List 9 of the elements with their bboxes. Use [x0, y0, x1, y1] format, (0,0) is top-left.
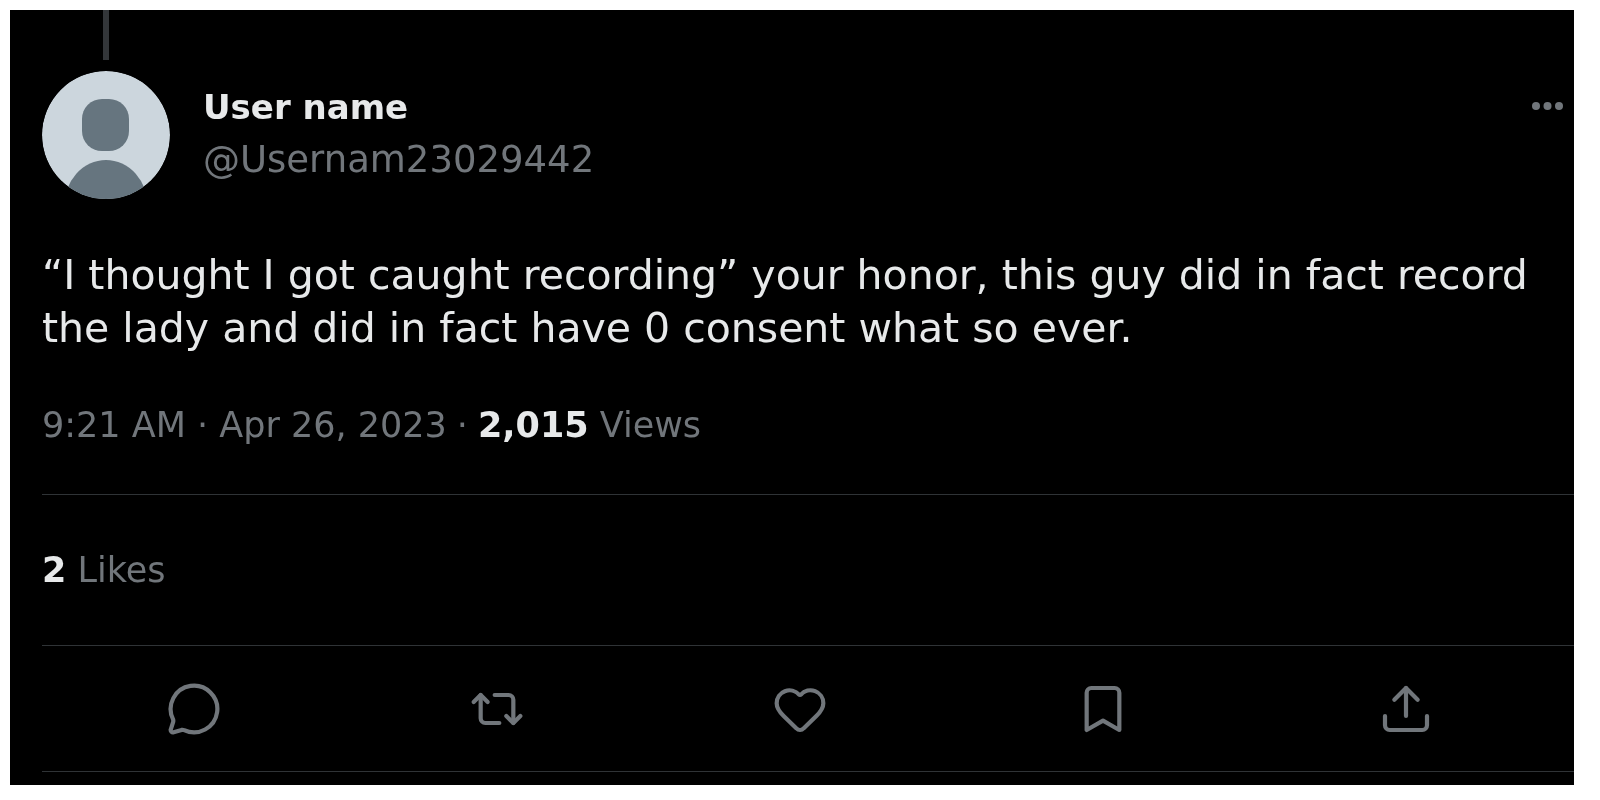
timestamp-link[interactable]: 9:21 AM · Apr 26, 2023 [42, 398, 447, 452]
tweet-text: “I thought I got caught recording” your honor, this guy did in fact record the lady and did in fact have 0 consent what so ever. [42, 250, 1529, 354]
ellipsis-icon[interactable] [1532, 102, 1563, 110]
likes-count[interactable]: 2 Likes [42, 543, 166, 597]
views-count[interactable]: 2,015 Views [477, 398, 702, 452]
user-name[interactable]: User name [203, 87, 409, 127]
avatar-icon[interactable] [42, 71, 170, 199]
separator-text: · [456, 403, 468, 447]
user-handle[interactable]: @Usernam23029442 [203, 138, 595, 182]
